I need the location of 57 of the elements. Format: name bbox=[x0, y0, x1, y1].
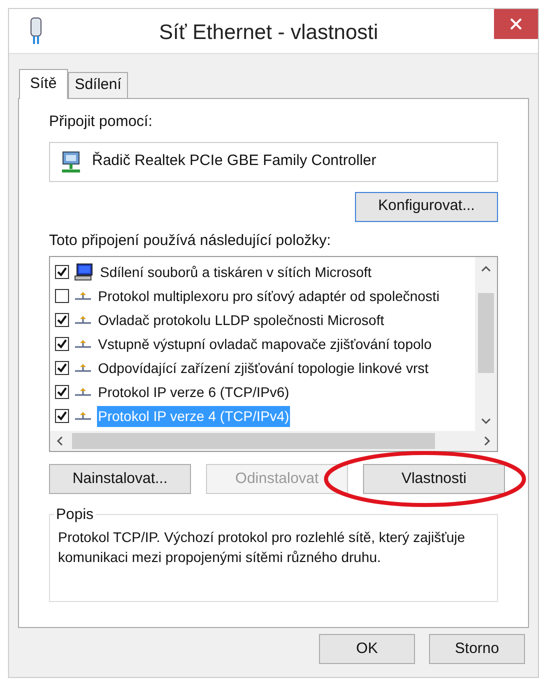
window-title: Síť Ethernet - vlastnosti bbox=[159, 20, 378, 46]
item-action-button[interactable]: Nainstalovat... bbox=[49, 464, 191, 494]
checkmark-icon bbox=[57, 411, 67, 421]
item-label: Odpovídající zařízení zjišťování topologie linkové vrst bbox=[97, 358, 430, 378]
scroll-up-icon bbox=[481, 265, 491, 273]
checkbox[interactable] bbox=[55, 409, 69, 423]
configure-button[interactable]: Konfigurovat... bbox=[355, 192, 498, 222]
description-text: Protokol TCP/IP. Výchozí protokol pro rozlehlé sítě, který zajišťuje komunikaci mezi propojenými sítěmi různého druhu. bbox=[58, 528, 466, 567]
network-cable-icon bbox=[29, 16, 43, 46]
item-label: Protokol multiplexoru pro síťový adaptér od společnosti bbox=[97, 286, 440, 306]
horizontal-scrollbar[interactable] bbox=[50, 431, 497, 451]
checkmark-icon bbox=[57, 339, 67, 349]
list-item[interactable]: Ovladač protokolu LLDP společnosti Microsoft bbox=[55, 308, 475, 332]
checkmark-icon bbox=[57, 315, 67, 325]
network-protocol-icon bbox=[74, 339, 92, 349]
list-item[interactable]: Sdílení souborů a tiskáren v sítích Microsoft bbox=[55, 260, 475, 284]
network-protocol-icon bbox=[74, 315, 92, 325]
checkbox[interactable] bbox=[55, 313, 69, 327]
tab[interactable]: Sdílení bbox=[68, 72, 128, 98]
cancel-button[interactable]: Storno bbox=[429, 634, 525, 664]
list-item[interactable]: Protokol multiplexoru pro síťový adaptér od společnosti bbox=[55, 284, 475, 308]
close-icon bbox=[510, 18, 522, 30]
close-button[interactable] bbox=[494, 9, 538, 39]
scroll-right-icon bbox=[483, 436, 491, 446]
item-label: Protokol IP verze 6 (TCP/IPv6) bbox=[97, 382, 290, 402]
checkmark-icon bbox=[57, 387, 67, 397]
connect-using-label: Připojit pomocí: bbox=[49, 112, 154, 132]
item-label: Sdílení souborů a tiskáren v sítích Microsoft bbox=[99, 262, 373, 282]
checkbox[interactable] bbox=[55, 265, 69, 279]
network-protocol-icon bbox=[74, 363, 92, 373]
list-item[interactable]: Odpovídající zařízení zjišťování topologie linkové vrst bbox=[55, 356, 475, 380]
checkmark-icon bbox=[57, 267, 67, 277]
checkmark-icon bbox=[57, 363, 67, 373]
network-protocol-icon bbox=[74, 387, 92, 397]
checkbox[interactable] bbox=[55, 385, 69, 399]
network-protocol-icon bbox=[74, 291, 92, 301]
item-label: Ovladač protokolu LLDP společnosti Microsoft bbox=[97, 310, 386, 330]
network-protocol-icon bbox=[74, 411, 92, 421]
scrollbar-thumb[interactable] bbox=[478, 293, 494, 373]
network-adapter-icon bbox=[60, 150, 82, 174]
list-item[interactable]: Vstupně výstupní ovladač mapovače zjišťování topolo bbox=[55, 332, 475, 356]
checkbox[interactable] bbox=[55, 361, 69, 375]
scroll-left-icon bbox=[56, 436, 64, 446]
scroll-down-icon bbox=[481, 417, 491, 425]
ok-button[interactable]: OK bbox=[319, 634, 415, 664]
item-action-button[interactable]: Vlastnosti bbox=[363, 464, 505, 494]
item-label: Vstupně výstupní ovladač mapovače zjišťování topolo bbox=[97, 334, 433, 354]
list-item[interactable]: Protokol IP verze 6 (TCP/IPv6) bbox=[55, 380, 475, 404]
vertical-scrollbar[interactable] bbox=[475, 257, 497, 431]
tab[interactable]: Sítě bbox=[19, 69, 68, 99]
scrollbar-thumb[interactable] bbox=[72, 433, 435, 449]
checkbox[interactable] bbox=[55, 337, 69, 351]
item-label: Protokol IP verze 4 (TCP/IPv4) bbox=[97, 406, 290, 426]
adapter-name: Řadič Realtek PCIe GBE Family Controller bbox=[92, 150, 376, 172]
checkbox[interactable] bbox=[55, 289, 69, 303]
computer-icon bbox=[74, 263, 94, 281]
items-label: Toto připojení používá následující položky: bbox=[49, 230, 332, 250]
